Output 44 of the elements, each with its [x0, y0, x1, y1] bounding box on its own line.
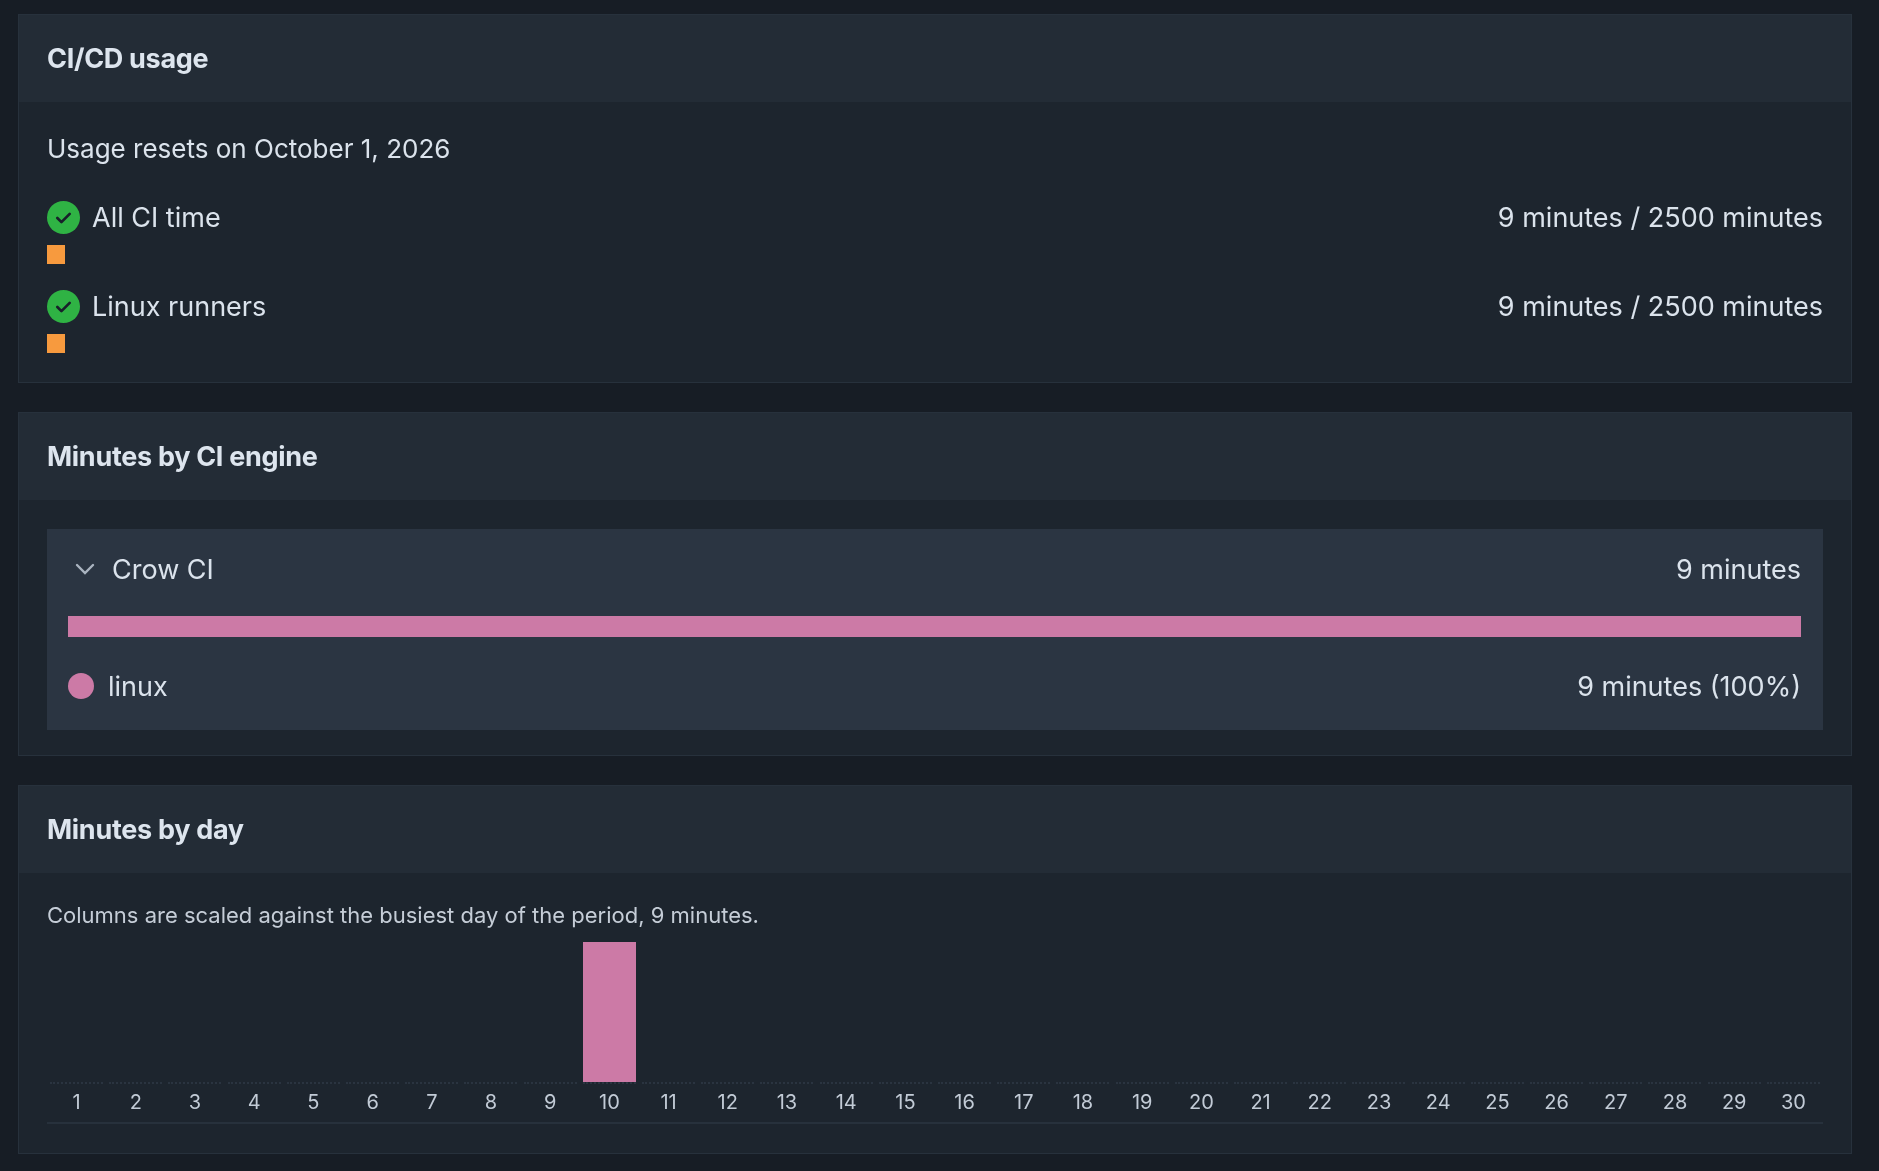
engine-total: 9 minutes	[1676, 552, 1801, 586]
chart-caption: Columns are scaled against the busiest day of the period, 9 minutes.	[47, 902, 759, 928]
day-label: 14	[835, 1090, 857, 1114]
day-label: 6	[366, 1090, 379, 1114]
day-label: 3	[188, 1090, 202, 1114]
day-label: 4	[247, 1090, 261, 1114]
day-label: 29	[1721, 1090, 1747, 1114]
runner-minutes: 9 minutes (100%)	[1577, 669, 1801, 703]
day-label: 26	[1544, 1090, 1569, 1114]
day-label: 20	[1189, 1090, 1214, 1114]
day-label: 16	[954, 1090, 975, 1114]
runner-name: linux	[108, 669, 168, 703]
day-label: 12	[717, 1090, 738, 1114]
day-label: 24	[1425, 1090, 1451, 1114]
reset-date: Usage resets on October 1, 2026	[47, 132, 451, 166]
day-label: 23	[1366, 1090, 1392, 1114]
day-label: 25	[1485, 1090, 1510, 1114]
quota-reading: 9 minutes / 2500 minutes	[1497, 200, 1823, 234]
quota-label: All CI time	[92, 200, 221, 234]
quota-label: Linux runners	[92, 289, 267, 323]
day-label: 11	[660, 1090, 677, 1114]
day-label: 28	[1662, 1090, 1688, 1114]
day-label: 17	[1014, 1090, 1034, 1114]
day-label: 22	[1307, 1090, 1332, 1114]
day-label: 21	[1250, 1090, 1271, 1114]
chevron-icon[interactable]	[74, 562, 96, 576]
day-label: 19	[1131, 1090, 1153, 1114]
day-label: 9	[544, 1090, 557, 1114]
day-label: 18	[1072, 1090, 1094, 1114]
day-label: 30	[1780, 1090, 1806, 1114]
day-label: 27	[1604, 1090, 1628, 1114]
day-label: 1	[72, 1090, 81, 1114]
quota-reading: 9 minutes / 2500 minutes	[1497, 289, 1823, 323]
day-label: 5	[307, 1090, 320, 1114]
day-label: 13	[776, 1090, 798, 1114]
day-label: 15	[895, 1090, 916, 1114]
panel-title: CI/CD usage	[47, 42, 209, 75]
panel-title: Minutes by CI engine	[47, 440, 318, 473]
day-label: 8	[484, 1090, 498, 1114]
engine-name: Crow CI	[112, 552, 214, 586]
panel-title: Minutes by day	[47, 813, 244, 846]
day-label: 7	[426, 1090, 438, 1114]
day-label: 2	[129, 1090, 142, 1114]
day-label: 10	[599, 1090, 620, 1114]
